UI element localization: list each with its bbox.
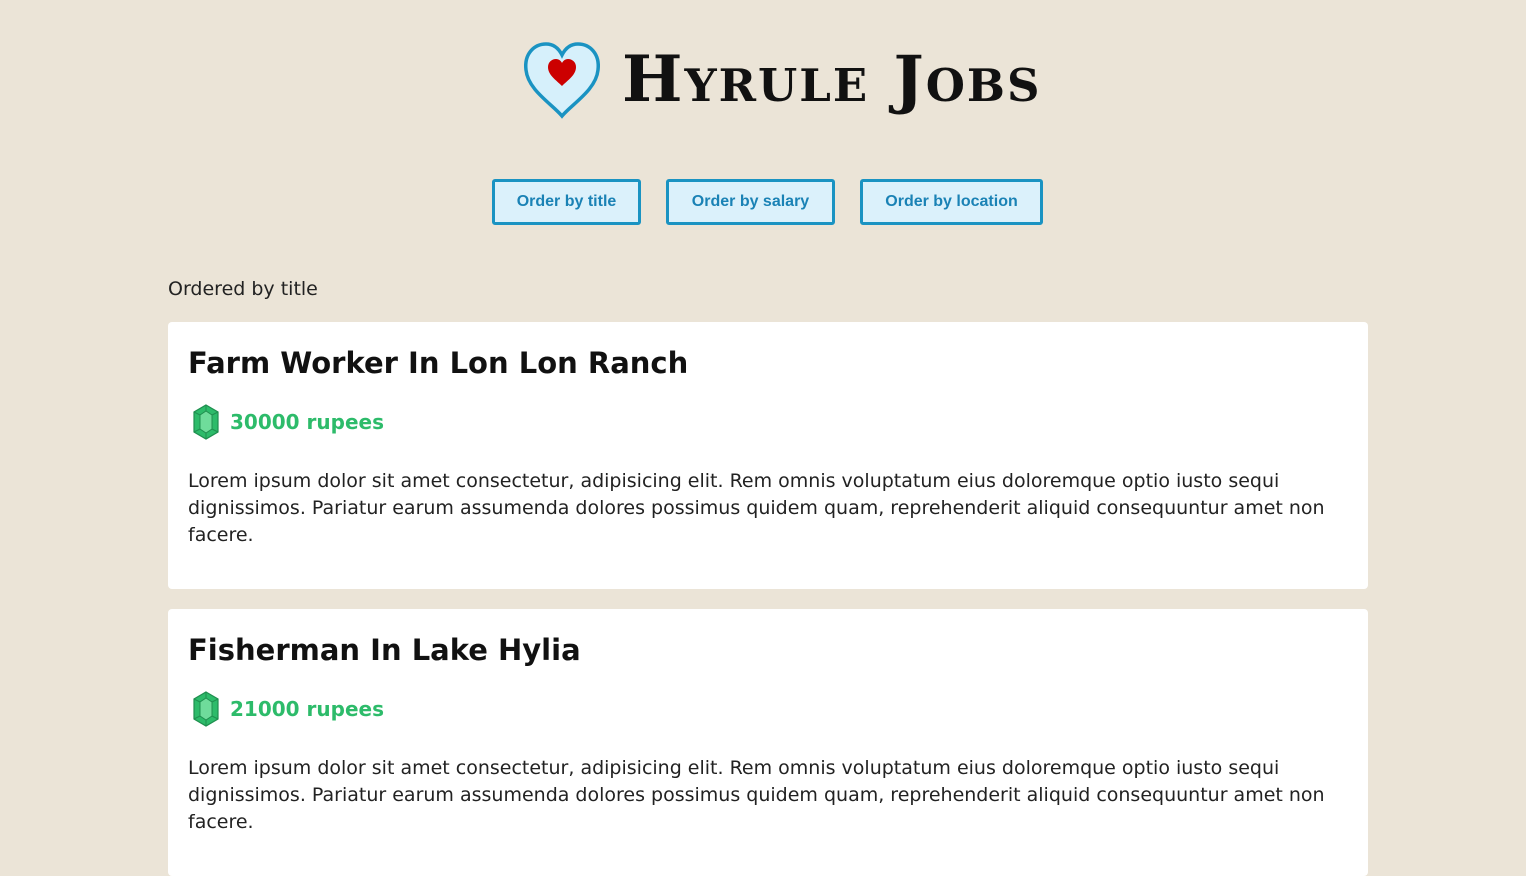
heart-container-icon (524, 42, 600, 119)
rupee-icon (193, 404, 219, 440)
job-salary: 21000 rupees (230, 697, 384, 721)
job-title: Farm Worker In Lon Lon Ranch (188, 346, 689, 380)
logo[interactable]: Hyrule Jobs (522, 38, 1039, 122)
rupee-icon (193, 691, 219, 727)
job-title: Fisherman In Lake Hylia (188, 633, 581, 667)
job-card: Fisherman In Lake Hylia 21000 rupees Lor… (168, 609, 1368, 876)
job-salary: 30000 rupees (230, 410, 384, 434)
order-by-salary-button[interactable]: Order by salary (666, 179, 835, 225)
job-card: Farm Worker In Lon Lon Ranch 30000 rupee… (168, 322, 1368, 589)
job-description: Lorem ipsum dolor sit amet consectetur, … (188, 757, 1325, 833)
site-header: Hyrule Jobs (0, 38, 1526, 122)
job-description: Lorem ipsum dolor sit amet consectetur, … (188, 470, 1325, 546)
site-title: Hyrule Jobs (622, 42, 1042, 117)
sort-status-label: Ordered by title (168, 278, 318, 300)
order-by-location-button[interactable]: Order by location (860, 179, 1043, 225)
order-by-title-button[interactable]: Order by title (492, 179, 641, 225)
